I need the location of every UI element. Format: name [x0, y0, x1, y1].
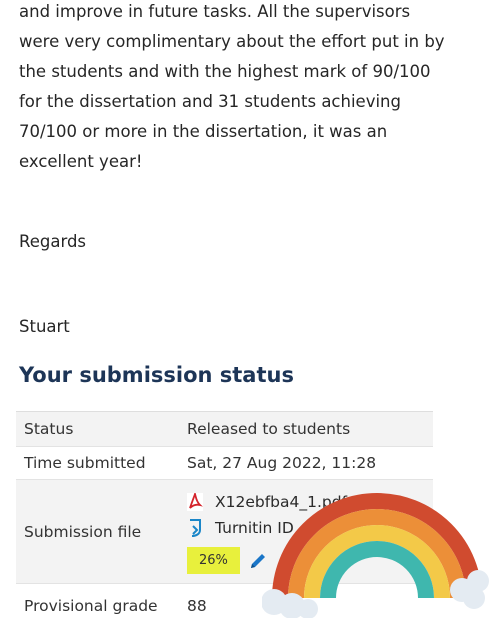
- provisional-grade-label: Provisional grade: [24, 596, 158, 615]
- message-regards: Regards: [19, 232, 87, 251]
- pdf-icon: [187, 493, 203, 511]
- table-row: Time submitted Sat, 27 Aug 2022, 11:28: [16, 446, 433, 480]
- turnitin-icon: [190, 519, 201, 537]
- message-line: the students and with the highest mark o…: [19, 62, 431, 81]
- table-row: Status Released to students: [16, 411, 433, 447]
- status-value: Released to students: [187, 420, 351, 438]
- submission-file-label: Submission file: [24, 522, 142, 541]
- message-signoff: Stuart: [19, 317, 70, 336]
- similarity-score-badge[interactable]: 26%: [187, 547, 240, 574]
- submission-status-heading: Your submission status: [19, 363, 294, 387]
- message-line: were very complimentary about the effort…: [19, 32, 445, 51]
- time-submitted-label: Time submitted: [24, 454, 146, 472]
- time-submitted-value: Sat, 27 Aug 2022, 11:28: [187, 454, 377, 472]
- message-line: and improve in future tasks. All the sup…: [19, 2, 411, 21]
- status-label: Status: [24, 420, 74, 438]
- message-line: excellent year!: [19, 152, 143, 171]
- message-line: for the dissertation and 31 students ach…: [19, 92, 401, 111]
- message-line: 70/100 or more in the dissertation, it w…: [19, 122, 388, 141]
- rainbow-sticker: [262, 493, 489, 618]
